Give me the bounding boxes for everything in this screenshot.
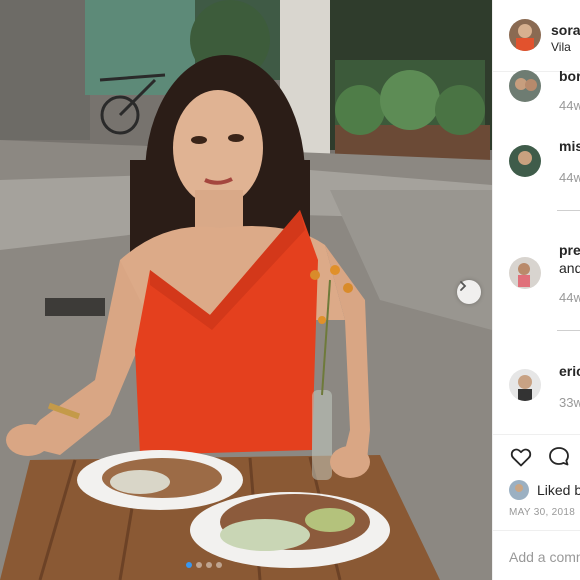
post-actions: Liked b MAY 30, 2018 (493, 434, 580, 580)
commenter-username[interactable]: mis (559, 138, 580, 154)
comment-time: 44w (559, 290, 580, 305)
commenter-avatar[interactable] (509, 70, 541, 102)
carousel-dot (196, 562, 202, 568)
carousel-next-button[interactable] (457, 280, 481, 304)
author-avatar[interactable] (509, 19, 541, 51)
carousel-dot (206, 562, 212, 568)
author-username[interactable]: sora (551, 22, 580, 38)
carousel-dot (216, 562, 222, 568)
carousel-dot (186, 562, 192, 568)
add-comment-input[interactable] (509, 549, 580, 565)
commenter-avatar[interactable] (509, 369, 541, 401)
chevron-right-icon (460, 281, 467, 291)
speech-bubble-icon (549, 447, 569, 466)
comment-text: and (559, 260, 580, 276)
liked-by-text[interactable]: Liked b (511, 482, 580, 498)
post-header: sora Vila (493, 0, 580, 72)
commenter-username[interactable]: pre (559, 242, 580, 258)
post-sidebar: sora Vila bor 44w mis 44w pre and 44w er… (492, 0, 580, 580)
comment-time: 44w (559, 98, 580, 113)
carousel-indicator (186, 562, 222, 568)
divider (557, 210, 580, 211)
heart-icon (510, 448, 532, 467)
post-photo[interactable] (0, 0, 492, 580)
post-date: MAY 30, 2018 (509, 507, 576, 518)
comment-button[interactable] (547, 445, 571, 474)
post-location[interactable]: Vila (551, 40, 571, 54)
like-button[interactable] (509, 445, 533, 474)
photo-image (0, 0, 492, 580)
commenter-username[interactable]: bor (559, 68, 580, 84)
add-comment-bar (493, 530, 580, 580)
commenter-avatar[interactable] (509, 257, 541, 289)
commenter-avatar[interactable] (509, 145, 541, 177)
comment-time: 44w (559, 170, 580, 185)
commenter-username[interactable]: eric (559, 363, 580, 379)
divider (557, 330, 580, 331)
comment-time: 33w (559, 395, 580, 410)
